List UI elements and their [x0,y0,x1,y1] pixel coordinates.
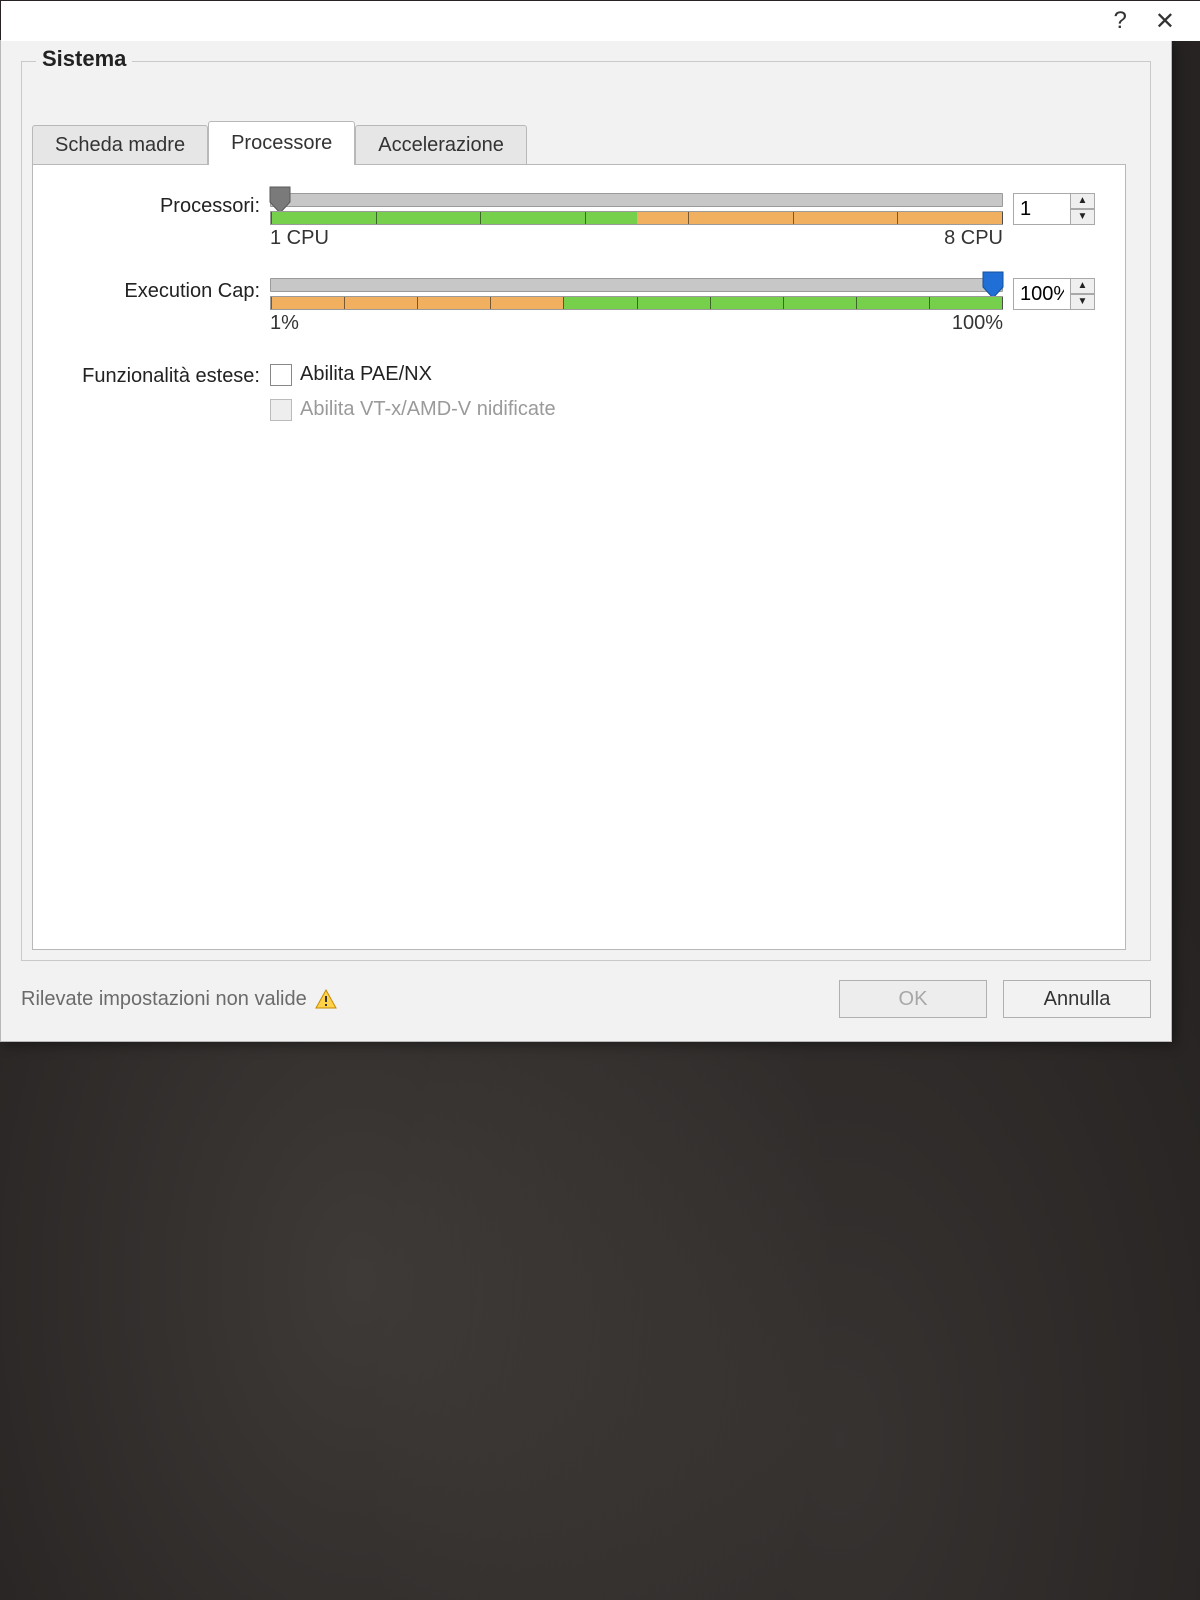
close-icon[interactable]: ✕ [1155,7,1175,36]
dialog-buttons: OK Annulla [839,980,1151,1018]
execution-cap-spin-down[interactable]: ▼ [1071,294,1095,310]
system-group: Sistema Scheda madre Processore Accelera… [21,61,1151,961]
execution-cap-slider[interactable] [270,278,1003,292]
help-icon[interactable]: ? [1114,7,1127,35]
status-text: Rilevate impostazioni non valide [21,988,307,1011]
execution-cap-slider-wrap: 1% 100% [270,278,1003,335]
tab-page-processor: Processori: [32,164,1126,950]
tab-container: Scheda madre Processore Accelerazione Pr… [32,122,1126,950]
processors-value-input[interactable] [1013,193,1071,225]
processors-row: Processori: [55,193,1103,250]
processors-slider[interactable] [270,193,1003,207]
tab-row: Scheda madre Processore Accelerazione [32,122,1126,164]
pae-nx-option[interactable]: Abilita PAE/NX [270,363,1103,386]
nested-virt-label: Abilita VT-x/AMD-V nidificate [300,398,556,421]
processors-label: Processori: [55,193,270,218]
tab-acceleration[interactable]: Accelerazione [355,125,527,165]
execution-cap-min-label: 1% [270,312,299,335]
execution-cap-spinbox[interactable]: ▲ ▼ [1013,278,1103,310]
nested-virt-option: Abilita VT-x/AMD-V nidificate [270,398,1103,421]
processors-slider-thumb[interactable] [269,186,291,214]
processors-max-label: 8 CPU [944,227,1003,250]
execution-cap-range-labels: 1% 100% [270,312,1003,335]
pae-nx-checkbox[interactable] [270,364,292,386]
execution-cap-spin-up[interactable]: ▲ [1071,278,1095,294]
pae-nx-label: Abilita PAE/NX [300,363,432,386]
processors-spinbox[interactable]: ▲ ▼ [1013,193,1103,225]
execution-cap-row: Execution Cap: [55,278,1103,335]
execution-cap-value-input[interactable] [1013,278,1071,310]
nested-virt-checkbox [270,399,292,421]
execution-cap-slider-thumb[interactable] [982,271,1004,299]
extended-features-row: Funzionalità estese: Abilita PAE/NX Abil… [55,363,1103,421]
processors-range-bar [270,211,1003,225]
cancel-button[interactable]: Annulla [1003,980,1151,1018]
warning-icon [315,988,337,1010]
settings-dialog: ? ✕ Sistema Scheda madre Processore Acce… [0,40,1172,1042]
processors-range-labels: 1 CPU 8 CPU [270,227,1003,250]
execution-cap-range-bar [270,296,1003,310]
processors-spin-up[interactable]: ▲ [1071,193,1095,209]
execution-cap-max-label: 100% [952,312,1003,335]
group-title: Sistema [36,46,132,72]
processors-spin-down[interactable]: ▼ [1071,209,1095,225]
extended-features-label: Funzionalità estese: [55,363,270,388]
processors-min-label: 1 CPU [270,227,329,250]
titlebar: ? ✕ [1,1,1200,41]
dialog-footer: Rilevate impostazioni non valide OK Annu… [21,975,1151,1023]
execution-cap-label: Execution Cap: [55,278,270,303]
invalid-settings-status: Rilevate impostazioni non valide [21,988,337,1011]
ok-button: OK [839,980,987,1018]
tab-processor[interactable]: Processore [208,121,355,165]
tab-motherboard[interactable]: Scheda madre [32,125,208,165]
processors-slider-wrap: 1 CPU 8 CPU [270,193,1003,250]
